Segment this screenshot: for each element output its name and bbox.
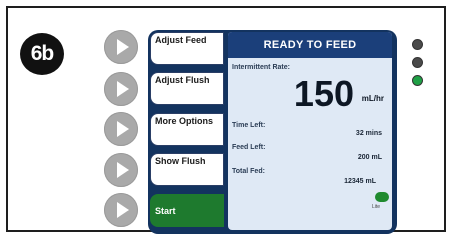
softkey-4-arrow-button[interactable] [104,153,138,187]
rate-label: Intermittent Rate: [232,64,290,71]
softkey-label: Adjust Flush [155,75,210,85]
status-title: READY TO FEED [228,32,392,58]
softkey-3-arrow-button[interactable] [104,112,138,146]
softkey-label: Start [155,205,176,216]
time-left-value: 32 mins [355,130,382,137]
total-fed-value: 12345 mL [344,178,376,185]
softkey-label: Show Flush [155,156,206,166]
softkey-1-arrow-button[interactable] [104,30,138,64]
softkey-show-flush[interactable]: Show Flush [150,153,224,186]
lite-toggle[interactable] [375,192,389,202]
time-left-label: Time Left: [232,122,266,129]
feed-left-value: 200 mL [357,154,382,161]
rate-display: 150 mL/hr [228,74,392,114]
rate-unit: mL/hr [361,94,384,103]
indicator-light-3 [412,75,423,86]
step-badge: 6b [20,33,64,75]
rate-value: 150 [293,73,354,114]
status-panel: READY TO FEED Intermittent Rate: 150 mL/… [228,32,392,230]
indicator-light-1 [412,39,423,50]
softkey-2-arrow-button[interactable] [104,72,138,106]
total-fed-label: Total Fed: [232,168,265,175]
softkey-label: More Options [155,116,213,126]
softkey-adjust-feed[interactable]: Adjust Feed [150,32,224,65]
softkey-start[interactable]: Start [150,194,224,227]
toggle-label: Lite [372,204,381,210]
softkey-adjust-flush[interactable]: Adjust Flush [150,72,224,105]
softkey-label: Adjust Feed [155,35,207,45]
softkey-5-arrow-button[interactable] [104,193,138,227]
feed-left-label: Feed Left: [232,144,266,151]
indicator-light-2 [412,57,423,68]
softkey-more-options[interactable]: More Options [150,113,224,146]
